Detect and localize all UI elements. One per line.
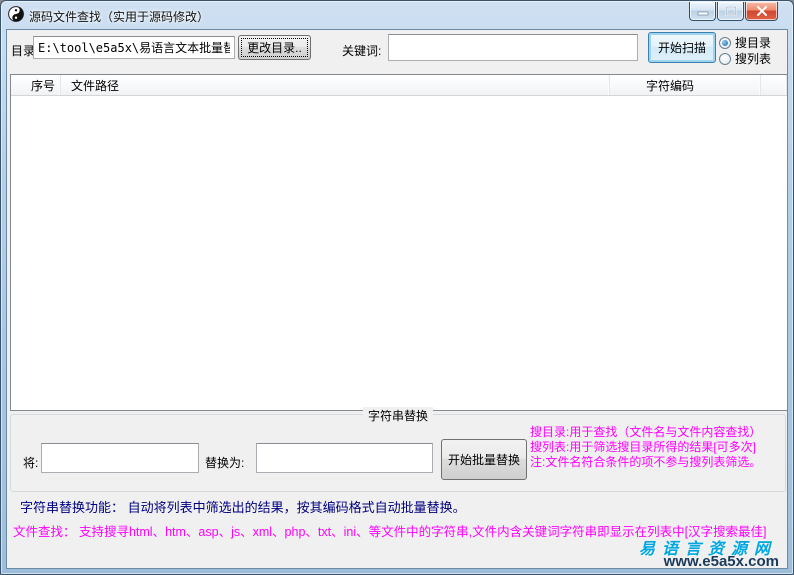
client-area: 目录: 更改目录.. 关键词: 开始扫描 搜目录 搜列表 序号 文件路径 字符编… — [6, 29, 788, 570]
help-line-3: 注:文件名符合条件的项不参与搜列表筛选。 — [530, 455, 762, 469]
keyword-label: 关键词: — [342, 44, 382, 58]
help-line-1: 搜目录:用于查找（文件名与文件内容查找） — [530, 425, 762, 439]
groupbox-title: 字符串替换 — [362, 407, 434, 424]
results-list-header: 序号 文件路径 字符编码 — [11, 75, 787, 96]
results-list[interactable]: 序号 文件路径 字符编码 — [10, 74, 788, 411]
titlebar[interactable]: 源码文件查找（实用于源码修改） — [1, 1, 793, 29]
replace-from-label: 将: — [23, 456, 39, 470]
keyword-input[interactable] — [388, 34, 638, 61]
start-scan-button[interactable]: 开始扫描 — [648, 32, 716, 63]
app-window: 源码文件查找（实用于源码修改） 目录: 更 — [0, 0, 794, 575]
help-line-2: 搜列表:用于筛选搜目录所得的结果[可多次] — [530, 440, 757, 454]
dir-input[interactable] — [33, 36, 235, 59]
column-header-filepath[interactable]: 文件路径 — [61, 75, 610, 95]
replace-to-label: 替换为: — [205, 456, 245, 470]
column-header-index[interactable]: 序号 — [11, 75, 61, 95]
radio-dot-unchecked-icon — [719, 52, 731, 65]
column-header-filler — [761, 75, 787, 95]
window-title: 源码文件查找（实用于源码修改） — [29, 10, 210, 24]
maximize-button[interactable] — [717, 2, 744, 21]
close-button[interactable] — [745, 2, 778, 21]
minimize-icon — [697, 11, 708, 16]
watermark-site-url: www.e5a5x.com — [663, 553, 779, 570]
radio-search-list[interactable]: 搜列表 — [719, 50, 771, 67]
search-help-text: 搜目录:用于查找（文件名与文件内容查找） 搜列表:用于筛选搜目录所得的结果[可多… — [530, 425, 785, 470]
yin-yang-icon — [8, 6, 24, 22]
radio-search-list-label: 搜列表 — [735, 52, 772, 66]
radio-dot-checked-icon — [719, 36, 731, 49]
replace-feature-note: 字符串替换功能： 自动将列表中筛选出的结果，按其编码格式自动批量替换。 — [20, 500, 466, 515]
minimize-button[interactable] — [689, 2, 716, 21]
replace-from-input[interactable] — [41, 443, 199, 473]
results-list-body[interactable] — [11, 97, 787, 410]
start-batch-replace-button[interactable]: 开始批量替换 — [441, 439, 527, 480]
column-header-encoding[interactable]: 字符编码 — [610, 75, 761, 95]
radio-search-directory[interactable]: 搜目录 — [719, 34, 771, 51]
radio-search-directory-label: 搜目录 — [735, 36, 772, 50]
close-icon — [756, 6, 767, 16]
caption-buttons — [688, 2, 778, 21]
string-replace-groupbox: 字符串替换 将: 替换为: 开始批量替换 搜目录:用于查找（文件名与文件内容查找… — [10, 407, 786, 492]
replace-to-input[interactable] — [256, 443, 433, 473]
maximize-icon — [725, 6, 736, 16]
change-dir-button[interactable]: 更改目录.. — [238, 35, 311, 60]
